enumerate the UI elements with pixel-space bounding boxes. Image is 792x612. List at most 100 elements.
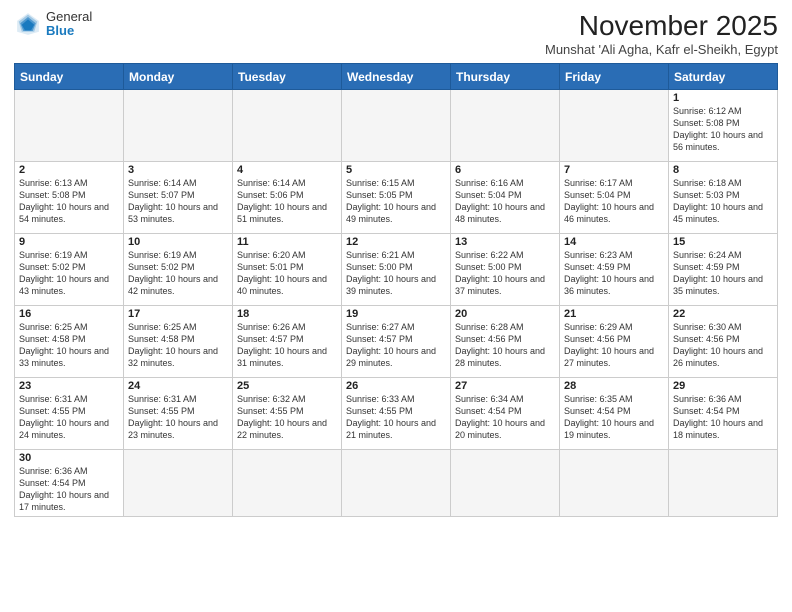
table-row: 11Sunrise: 6:20 AM Sunset: 5:01 PM Dayli… [233,234,342,306]
logo-text: General Blue [46,10,92,39]
day-info: Sunrise: 6:25 AM Sunset: 4:58 PM Dayligh… [128,321,228,370]
day-info: Sunrise: 6:21 AM Sunset: 5:00 PM Dayligh… [346,249,446,298]
table-row: 8Sunrise: 6:18 AM Sunset: 5:03 PM Daylig… [669,162,778,234]
table-row: 13Sunrise: 6:22 AM Sunset: 5:00 PM Dayli… [451,234,560,306]
generalblue-logo-icon [14,10,42,38]
table-row: 1Sunrise: 6:12 AM Sunset: 5:08 PM Daylig… [669,90,778,162]
table-row: 26Sunrise: 6:33 AM Sunset: 4:55 PM Dayli… [342,378,451,450]
header: General Blue November 2025 Munshat 'Ali … [14,10,778,57]
day-info: Sunrise: 6:29 AM Sunset: 4:56 PM Dayligh… [564,321,664,370]
table-row: 4Sunrise: 6:14 AM Sunset: 5:06 PM Daylig… [233,162,342,234]
header-thursday: Thursday [451,64,560,90]
header-tuesday: Tuesday [233,64,342,90]
day-info: Sunrise: 6:35 AM Sunset: 4:54 PM Dayligh… [564,393,664,442]
day-number: 7 [564,164,664,176]
day-number: 12 [346,236,446,248]
day-info: Sunrise: 6:32 AM Sunset: 4:55 PM Dayligh… [237,393,337,442]
day-info: Sunrise: 6:36 AM Sunset: 4:54 PM Dayligh… [19,465,119,514]
day-info: Sunrise: 6:13 AM Sunset: 5:08 PM Dayligh… [19,177,119,226]
day-info: Sunrise: 6:26 AM Sunset: 4:57 PM Dayligh… [237,321,337,370]
day-info: Sunrise: 6:15 AM Sunset: 5:05 PM Dayligh… [346,177,446,226]
day-number: 11 [237,236,337,248]
header-wednesday: Wednesday [342,64,451,90]
table-row [342,90,451,162]
month-year-title: November 2025 [545,10,778,42]
table-row: 22Sunrise: 6:30 AM Sunset: 4:56 PM Dayli… [669,306,778,378]
day-number: 29 [673,380,773,392]
day-info: Sunrise: 6:31 AM Sunset: 4:55 PM Dayligh… [128,393,228,442]
day-info: Sunrise: 6:19 AM Sunset: 5:02 PM Dayligh… [19,249,119,298]
day-number: 25 [237,380,337,392]
table-row: 20Sunrise: 6:28 AM Sunset: 4:56 PM Dayli… [451,306,560,378]
table-row: 15Sunrise: 6:24 AM Sunset: 4:59 PM Dayli… [669,234,778,306]
table-row: 25Sunrise: 6:32 AM Sunset: 4:55 PM Dayli… [233,378,342,450]
day-info: Sunrise: 6:22 AM Sunset: 5:00 PM Dayligh… [455,249,555,298]
location-subtitle: Munshat 'Ali Agha, Kafr el-Sheikh, Egypt [545,42,778,57]
table-row: 16Sunrise: 6:25 AM Sunset: 4:58 PM Dayli… [15,306,124,378]
table-row: 23Sunrise: 6:31 AM Sunset: 4:55 PM Dayli… [15,378,124,450]
day-info: Sunrise: 6:14 AM Sunset: 5:07 PM Dayligh… [128,177,228,226]
day-number: 22 [673,308,773,320]
table-row [451,90,560,162]
table-row: 21Sunrise: 6:29 AM Sunset: 4:56 PM Dayli… [560,306,669,378]
table-row: 18Sunrise: 6:26 AM Sunset: 4:57 PM Dayli… [233,306,342,378]
day-number: 26 [346,380,446,392]
day-number: 5 [346,164,446,176]
day-info: Sunrise: 6:12 AM Sunset: 5:08 PM Dayligh… [673,105,773,154]
table-row [233,450,342,517]
day-number: 3 [128,164,228,176]
table-row [342,450,451,517]
table-row: 2Sunrise: 6:13 AM Sunset: 5:08 PM Daylig… [15,162,124,234]
table-row: 9Sunrise: 6:19 AM Sunset: 5:02 PM Daylig… [15,234,124,306]
day-number: 18 [237,308,337,320]
table-row: 6Sunrise: 6:16 AM Sunset: 5:04 PM Daylig… [451,162,560,234]
day-number: 14 [564,236,664,248]
day-number: 21 [564,308,664,320]
table-row: 29Sunrise: 6:36 AM Sunset: 4:54 PM Dayli… [669,378,778,450]
day-info: Sunrise: 6:28 AM Sunset: 4:56 PM Dayligh… [455,321,555,370]
table-row [124,90,233,162]
table-row: 28Sunrise: 6:35 AM Sunset: 4:54 PM Dayli… [560,378,669,450]
day-info: Sunrise: 6:16 AM Sunset: 5:04 PM Dayligh… [455,177,555,226]
header-monday: Monday [124,64,233,90]
day-number: 20 [455,308,555,320]
day-info: Sunrise: 6:19 AM Sunset: 5:02 PM Dayligh… [128,249,228,298]
logo: General Blue [14,10,92,39]
day-number: 13 [455,236,555,248]
table-row [15,90,124,162]
table-row: 14Sunrise: 6:23 AM Sunset: 4:59 PM Dayli… [560,234,669,306]
table-row: 12Sunrise: 6:21 AM Sunset: 5:00 PM Dayli… [342,234,451,306]
day-number: 16 [19,308,119,320]
day-info: Sunrise: 6:23 AM Sunset: 4:59 PM Dayligh… [564,249,664,298]
day-number: 10 [128,236,228,248]
calendar-header-row: Sunday Monday Tuesday Wednesday Thursday… [15,64,778,90]
day-number: 6 [455,164,555,176]
day-info: Sunrise: 6:31 AM Sunset: 4:55 PM Dayligh… [19,393,119,442]
logo-blue: Blue [46,24,92,38]
table-row: 30Sunrise: 6:36 AM Sunset: 4:54 PM Dayli… [15,450,124,517]
header-saturday: Saturday [669,64,778,90]
day-number: 9 [19,236,119,248]
table-row [560,90,669,162]
day-number: 17 [128,308,228,320]
day-info: Sunrise: 6:33 AM Sunset: 4:55 PM Dayligh… [346,393,446,442]
day-number: 27 [455,380,555,392]
table-row: 19Sunrise: 6:27 AM Sunset: 4:57 PM Dayli… [342,306,451,378]
table-row: 10Sunrise: 6:19 AM Sunset: 5:02 PM Dayli… [124,234,233,306]
day-info: Sunrise: 6:27 AM Sunset: 4:57 PM Dayligh… [346,321,446,370]
day-info: Sunrise: 6:20 AM Sunset: 5:01 PM Dayligh… [237,249,337,298]
logo-general: General [46,10,92,24]
day-info: Sunrise: 6:36 AM Sunset: 4:54 PM Dayligh… [673,393,773,442]
header-friday: Friday [560,64,669,90]
day-info: Sunrise: 6:25 AM Sunset: 4:58 PM Dayligh… [19,321,119,370]
day-number: 4 [237,164,337,176]
table-row [669,450,778,517]
day-info: Sunrise: 6:30 AM Sunset: 4:56 PM Dayligh… [673,321,773,370]
table-row [560,450,669,517]
table-row: 7Sunrise: 6:17 AM Sunset: 5:04 PM Daylig… [560,162,669,234]
day-number: 2 [19,164,119,176]
day-number: 8 [673,164,773,176]
table-row: 24Sunrise: 6:31 AM Sunset: 4:55 PM Dayli… [124,378,233,450]
table-row: 27Sunrise: 6:34 AM Sunset: 4:54 PM Dayli… [451,378,560,450]
table-row [451,450,560,517]
